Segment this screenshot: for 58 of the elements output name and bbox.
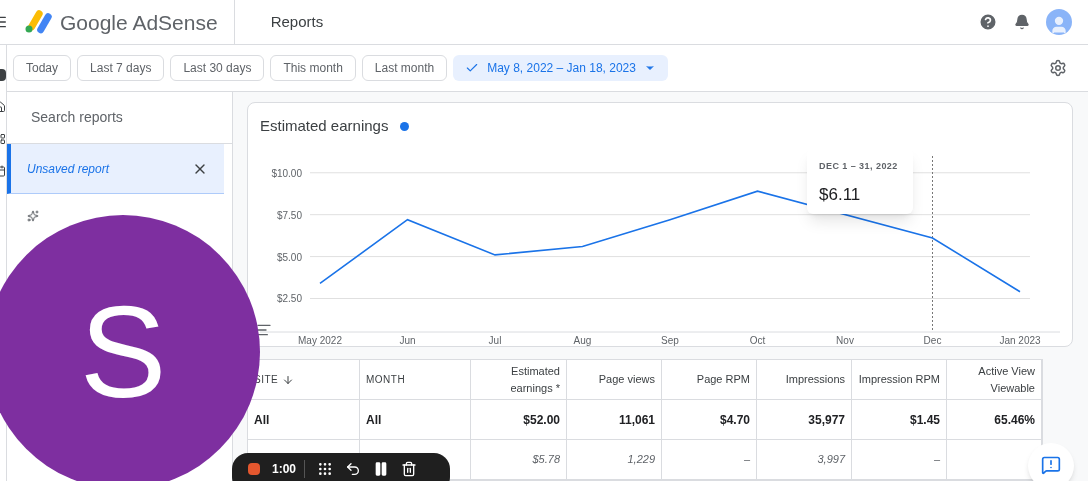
search-field[interactable]: Search reports bbox=[31, 107, 212, 128]
x-axis-label: May 2022 bbox=[298, 334, 342, 346]
notifications-icon[interactable] bbox=[1014, 14, 1030, 30]
table-cell: 11,061 bbox=[567, 400, 662, 439]
table-cell: 1,229 bbox=[567, 440, 662, 479]
undo-icon[interactable] bbox=[345, 461, 362, 477]
sparkle-icon bbox=[27, 210, 39, 222]
settings-icon[interactable] bbox=[1049, 59, 1067, 77]
table-view-icon[interactable] bbox=[256, 322, 272, 338]
x-axis-label: Oct bbox=[749, 334, 766, 346]
column-header[interactable]: MONTH bbox=[360, 360, 471, 399]
table-cell: – bbox=[852, 440, 947, 479]
date-filter-chip[interactable]: May 8, 2022 – Jan 18, 2023 bbox=[453, 55, 668, 81]
table-cell: – bbox=[662, 440, 757, 479]
feedback-icon bbox=[1041, 455, 1061, 475]
table-cell: 35,977 bbox=[757, 400, 852, 439]
column-header[interactable]: Impressions bbox=[757, 360, 852, 399]
grip-icon[interactable] bbox=[317, 461, 334, 477]
y-axis-label: $5.00 bbox=[276, 251, 302, 263]
table-cell: 3,997 bbox=[757, 440, 852, 479]
date-filter-chip[interactable]: Today bbox=[13, 55, 72, 81]
x-axis-label: Jul bbox=[488, 334, 502, 346]
date-filter-chip[interactable]: This month bbox=[270, 55, 356, 81]
x-axis-label: Aug bbox=[573, 334, 592, 346]
table-cell: $1.45 bbox=[852, 400, 947, 439]
recording-time: 1:00 bbox=[272, 460, 306, 478]
sort-icon[interactable] bbox=[282, 373, 295, 386]
column-header[interactable]: Page views bbox=[567, 360, 662, 399]
table-cell: $4.70 bbox=[662, 400, 757, 439]
x-axis-label: Jan 2023 bbox=[999, 334, 1041, 346]
column-header[interactable]: Active View Viewable bbox=[947, 360, 1042, 399]
chart-tooltip: DEC 1 – 31, 2022 $6.11 bbox=[807, 148, 913, 214]
table-cell: All bbox=[360, 400, 471, 439]
help-icon[interactable] bbox=[978, 12, 998, 32]
x-axis-label: Nov bbox=[836, 334, 854, 346]
table-cell: $52.00 bbox=[471, 400, 567, 439]
page-title: Reports bbox=[270, 11, 324, 32]
delete-icon[interactable] bbox=[401, 461, 418, 477]
report-item[interactable]: Unsaved report bbox=[7, 144, 224, 194]
y-axis-label: $2.50 bbox=[276, 293, 302, 304]
date-filter-chip[interactable]: Last 30 days bbox=[170, 55, 265, 81]
x-axis-label: Dec bbox=[923, 334, 942, 346]
product-name: Google AdSense bbox=[60, 0, 235, 45]
column-header[interactable]: Page RPM bbox=[662, 360, 757, 399]
column-header[interactable]: Impression RPM bbox=[852, 360, 947, 399]
stop-button[interactable] bbox=[248, 463, 260, 475]
x-axis-label: Sep bbox=[661, 334, 679, 346]
logo-icon bbox=[24, 10, 52, 34]
table-cell: 65.46% bbox=[947, 400, 1042, 439]
date-filter-chip[interactable]: Last month bbox=[361, 55, 448, 81]
y-axis-label: $10.00 bbox=[271, 167, 302, 179]
date-filter-chip[interactable]: Last 7 days bbox=[77, 55, 165, 81]
table-cell: $5.78 bbox=[471, 440, 567, 479]
column-header[interactable]: Estimated earnings * bbox=[471, 360, 567, 399]
chart-title: Estimated earnings bbox=[260, 116, 389, 136]
check-icon bbox=[465, 61, 480, 75]
x-axis-label: Jun bbox=[399, 334, 416, 346]
y-axis-label: $7.50 bbox=[276, 209, 302, 221]
